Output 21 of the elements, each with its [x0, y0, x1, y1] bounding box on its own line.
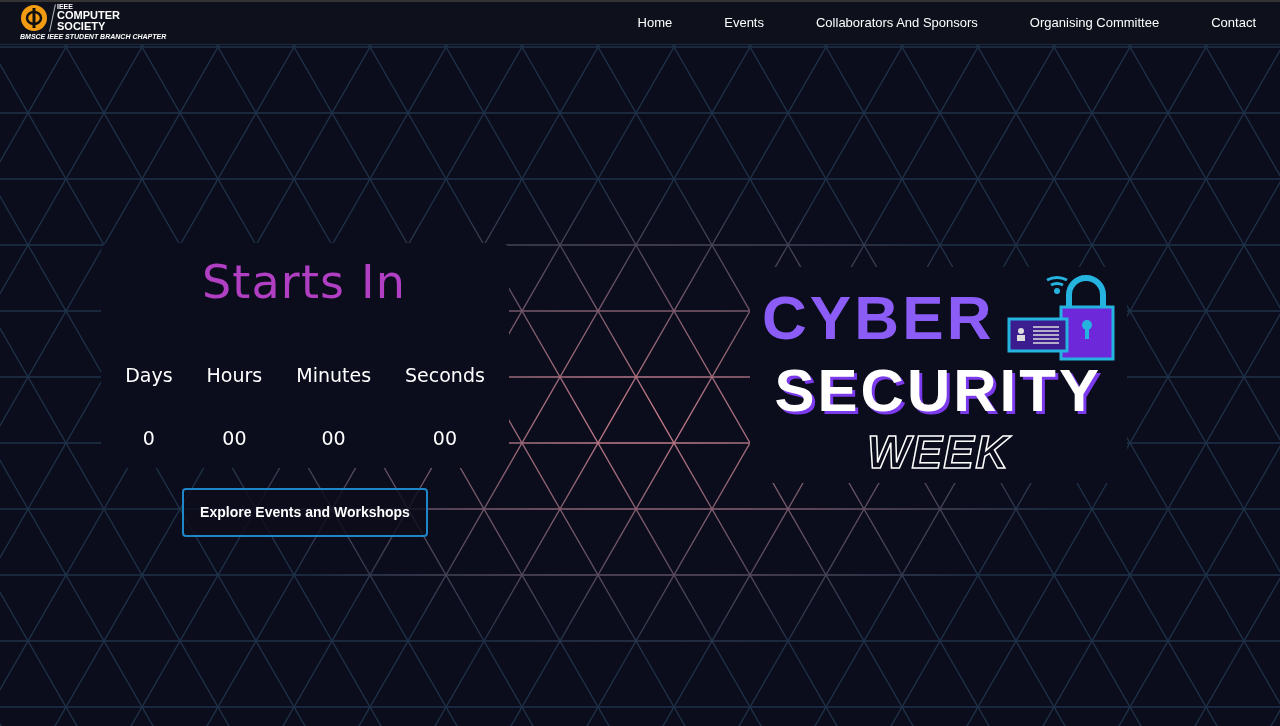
countdown-value: 0 [142, 425, 155, 451]
logo-text: SOCIETY [57, 21, 107, 33]
nav-link[interactable]: Organising Committee [1029, 13, 1160, 33]
nav-link[interactable]: Collaborators And Sponsors [816, 13, 978, 33]
title-text: CYBER [762, 287, 995, 349]
countdown-label: Hours [206, 363, 263, 388]
countdown-heading: Starts In [202, 259, 406, 305]
nav-link[interactable]: Events [724, 13, 764, 33]
padlock-id-card-icon [1006, 275, 1115, 361]
countdown-value: 00 [222, 425, 247, 451]
logo-text: COMPUTER [57, 10, 120, 22]
countdown-value: 00 [321, 425, 346, 451]
countdown-value: 00 [432, 425, 458, 451]
explore-button[interactable]: Explore Events and Workshops [182, 488, 428, 537]
phi-logo-icon [20, 3, 48, 32]
countdown-label: Days [125, 363, 173, 388]
countdown-label: Seconds [405, 363, 485, 388]
nav-link[interactable]: Contact [1211, 13, 1256, 33]
title-text: SECURITY [774, 361, 1102, 421]
countdown-label: Minutes [296, 363, 372, 388]
nav-link[interactable]: Home [637, 13, 673, 33]
